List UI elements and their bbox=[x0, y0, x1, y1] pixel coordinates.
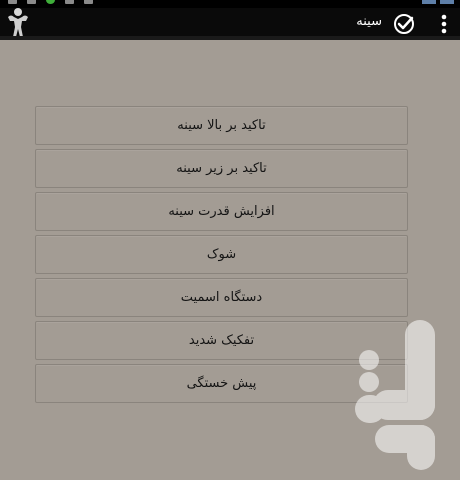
menu-item-label: افزایش قدرت سینه bbox=[168, 204, 275, 219]
menu-item-smith-machine[interactable]: دستگاه اسمیت bbox=[35, 278, 408, 317]
menu-item-isolation[interactable]: تفکیک شدید bbox=[35, 321, 408, 360]
bodybuilder-logo-icon[interactable] bbox=[5, 5, 31, 39]
menu-item-label: تاکید بر بالا سینه bbox=[177, 118, 266, 133]
menu-item-upper-chest[interactable]: تاکید بر بالا سینه bbox=[35, 106, 408, 145]
menu-item-label: تفکیک شدید bbox=[188, 333, 255, 348]
page-title: سینه bbox=[356, 14, 382, 29]
exercise-menu: تاکید بر بالا سینه تاکید بر زیر سینه افز… bbox=[35, 106, 408, 407]
menu-item-lower-chest[interactable]: تاکید بر زیر سینه bbox=[35, 149, 408, 188]
menu-item-label: شوک bbox=[206, 247, 237, 262]
menu-item-label: پیش خستگی bbox=[186, 376, 257, 391]
status-right-icons bbox=[422, 0, 454, 4]
check-circle-icon[interactable] bbox=[392, 12, 416, 36]
overflow-menu-icon[interactable] bbox=[440, 12, 448, 36]
status-icons bbox=[8, 0, 93, 4]
notification-icon bbox=[46, 0, 55, 4]
menu-item-pre-exhaustion[interactable]: پیش خستگی bbox=[35, 364, 408, 403]
menu-item-label: دستگاه اسمیت bbox=[180, 290, 263, 305]
notification-icon bbox=[65, 0, 74, 4]
store-watermark-icon bbox=[355, 320, 455, 470]
notification-icon bbox=[84, 0, 93, 4]
notification-icon bbox=[8, 0, 17, 4]
signal-icon bbox=[422, 0, 436, 4]
battery-icon bbox=[440, 0, 454, 4]
app-bar-shadow bbox=[0, 36, 460, 40]
status-bar bbox=[0, 0, 460, 8]
menu-item-label: تاکید بر زیر سینه bbox=[176, 161, 267, 176]
app-bar: سینه bbox=[0, 5, 460, 39]
menu-item-shock[interactable]: شوک bbox=[35, 235, 408, 274]
menu-item-chest-strength[interactable]: افزایش قدرت سینه bbox=[35, 192, 408, 231]
notification-icon bbox=[27, 0, 36, 4]
